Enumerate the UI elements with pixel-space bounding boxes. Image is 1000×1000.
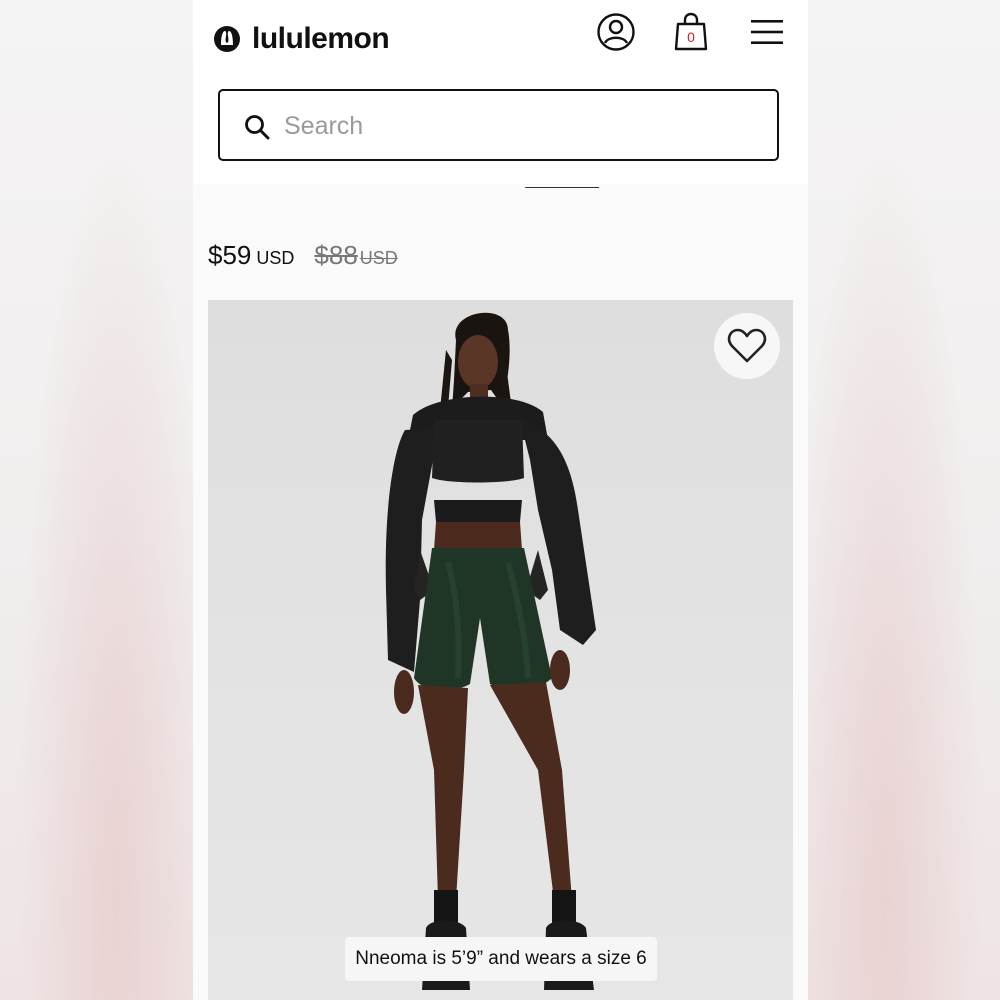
menu-button[interactable] bbox=[749, 18, 785, 46]
search-input[interactable] bbox=[282, 105, 756, 147]
sale-price: $59 bbox=[208, 240, 252, 270]
model-photo bbox=[385, 312, 596, 990]
background-blur-right bbox=[808, 0, 1000, 1000]
sale-price-currency: USD bbox=[256, 248, 295, 268]
model-size-caption: Nneoma is 5’9” and wears a size 6 bbox=[345, 937, 657, 981]
search-bar[interactable] bbox=[218, 89, 779, 161]
product-image[interactable]: Nneoma is 5’9” and wears a size 6 bbox=[208, 300, 793, 1000]
account-button[interactable] bbox=[596, 12, 636, 52]
user-account-icon bbox=[597, 13, 635, 51]
brand-logo[interactable]: lululemon bbox=[213, 22, 390, 56]
site-header: lululemon 0 bbox=[193, 0, 808, 184]
lululemon-logo-icon bbox=[214, 26, 240, 52]
bag-count-badge: 0 bbox=[687, 29, 695, 45]
price-row: $59 USD $88 USD bbox=[208, 240, 398, 271]
heart-icon bbox=[727, 328, 767, 363]
original-price-currency: USD bbox=[359, 248, 398, 268]
search-icon bbox=[245, 115, 270, 140]
hamburger-menu-icon bbox=[751, 20, 783, 44]
background-blur-left bbox=[0, 0, 193, 1000]
brand-name: lululemon bbox=[252, 22, 390, 55]
phone-screen: Members can return in-store for credit J… bbox=[193, 0, 808, 1000]
wishlist-button[interactable] bbox=[714, 313, 780, 379]
original-price: $88 bbox=[314, 240, 358, 270]
shopping-bag-button[interactable]: 0 bbox=[673, 12, 709, 52]
